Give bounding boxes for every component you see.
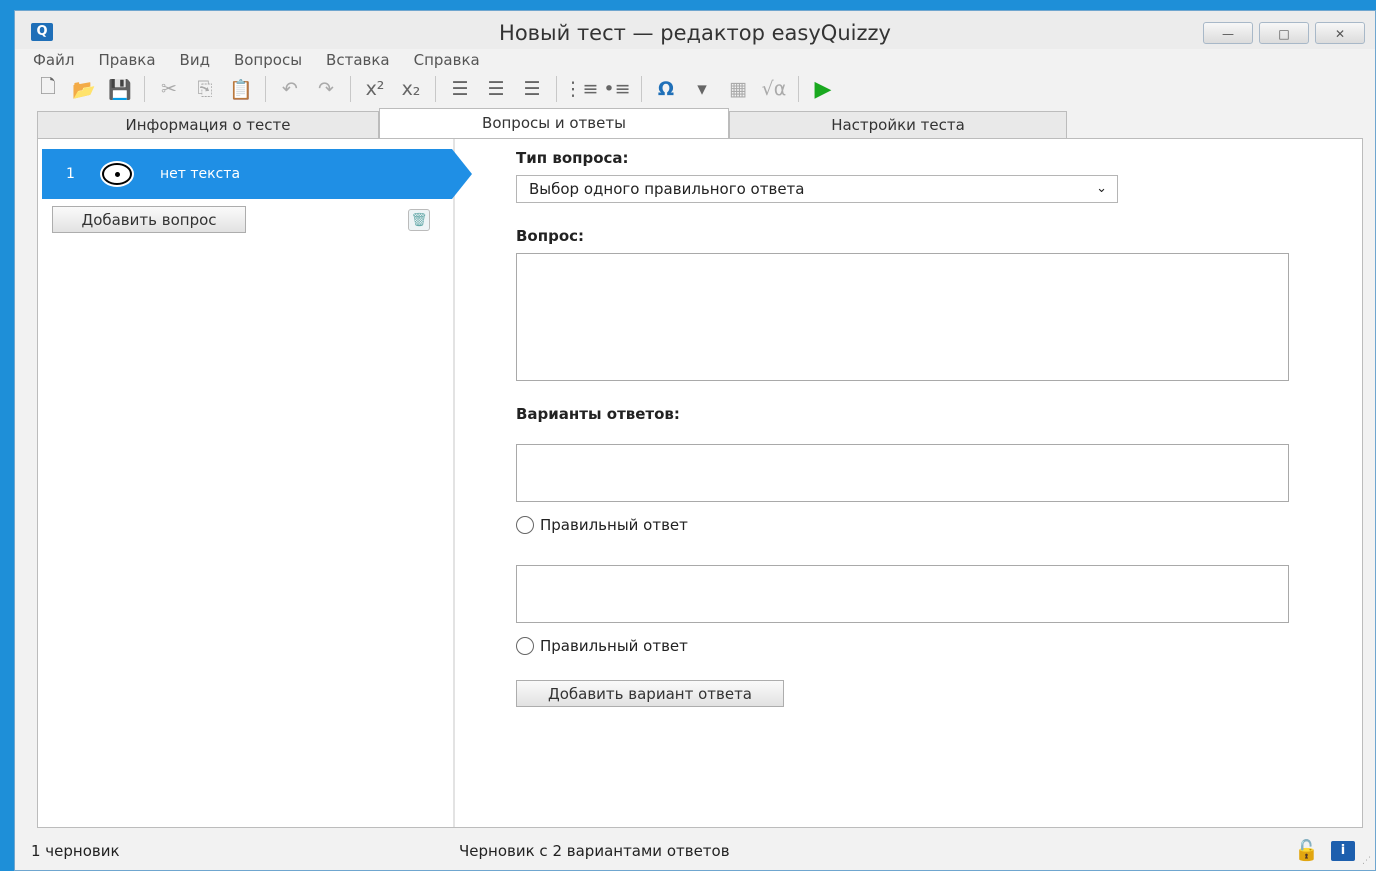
toolbar-separator [556,76,557,102]
answer-field-2[interactable] [516,565,1289,623]
lock-icon[interactable]: 🔓 [1294,838,1319,862]
redo-icon[interactable]: ↷ [311,75,341,103]
question-editor: Тип вопроса: Выбор одного правильного от… [516,139,1316,827]
superscript-icon[interactable]: x² [360,75,390,103]
resize-grip-icon[interactable]: ⋰ [1362,856,1371,866]
subscript-icon[interactable]: x₂ [396,75,426,103]
answers-label: Варианты ответов: [516,405,680,423]
single-choice-icon [100,161,134,187]
run-test-icon[interactable]: ▶ [808,75,838,103]
copy-icon[interactable]: ⎘ [190,75,220,103]
title-bar: Q Новый тест — редактор easyQuizzy — □ ✕ [15,11,1375,49]
question-label: Вопрос: [516,227,585,245]
menu-bar: Файл Правка Вид Вопросы Вставка Справка [33,51,480,73]
toolbar-separator [265,76,266,102]
toolbar-separator [798,76,799,102]
tab-test-info[interactable]: Информация о тесте [37,111,379,139]
menu-insert[interactable]: Вставка [326,51,390,73]
toolbar: 🗋 📂 💾 ✂ ⎘ 📋 ↶ ↷ x² x₂ ☰ ☰ ☰ ⋮≡ •≡ Ω ▾ ▦ √α ▶ [33,73,838,105]
cut-icon[interactable]: ✂ [154,75,184,103]
question-type-label: Тип вопроса: [516,149,629,167]
tab-questions-answers[interactable]: Вопросы и ответы [379,108,729,140]
questions-panel: 1 нет текста Добавить вопрос 🗑 Тип вопро… [37,138,1363,828]
question-text-field[interactable] [516,253,1289,381]
toolbar-separator [435,76,436,102]
dropdown-arrow-icon[interactable]: ▾ [687,75,717,103]
bullet-list-icon[interactable]: •≡ [602,75,632,103]
new-file-icon[interactable]: 🗋 [33,75,63,103]
question-title: нет текста [160,166,241,182]
window-controls: — □ ✕ [1203,22,1365,44]
question-type-value: Выбор одного правильного ответа [529,180,805,198]
radio-button[interactable] [516,637,534,655]
status-message: Черновик с 2 вариантами ответов [459,842,730,860]
tab-test-settings[interactable]: Настройки теста [729,111,1067,139]
info-icon[interactable]: i [1331,841,1355,861]
correct-answer-label: Правильный ответ [540,516,688,534]
add-question-button[interactable]: Добавить вопрос [52,206,246,233]
toolbar-separator [144,76,145,102]
app-window: Q Новый тест — редактор easyQuizzy — □ ✕… [14,10,1376,871]
add-answer-button[interactable]: Добавить вариант ответа [516,680,784,707]
question-type-select[interactable]: Выбор одного правильного ответа ⌄ [516,175,1118,203]
question-list-item[interactable]: 1 нет текста [42,149,472,199]
radio-button[interactable] [516,516,534,534]
paste-icon[interactable]: 📋 [226,75,256,103]
align-left-icon[interactable]: ☰ [445,75,475,103]
toolbar-separator [641,76,642,102]
minimize-button[interactable]: — [1203,22,1253,44]
status-drafts: 1 черновик [31,842,120,860]
align-center-icon[interactable]: ☰ [481,75,511,103]
question-list: 1 нет текста Добавить вопрос 🗑 [38,139,472,827]
maximize-button[interactable]: □ [1259,22,1309,44]
correct-answer-option-1[interactable]: Правильный ответ [516,516,688,534]
special-char-icon[interactable]: Ω [651,75,681,103]
numbered-list-icon[interactable]: ⋮≡ [564,75,599,103]
menu-edit[interactable]: Правка [98,51,155,73]
align-right-icon[interactable]: ☰ [517,75,547,103]
open-folder-icon[interactable]: 📂 [69,75,99,103]
question-number: 1 [66,166,75,182]
status-bar: 1 черновик Черновик с 2 вариантами ответ… [15,832,1375,870]
undo-icon[interactable]: ↶ [275,75,305,103]
correct-answer-label: Правильный ответ [540,637,688,655]
answer-field-1[interactable] [516,444,1289,502]
menu-questions[interactable]: Вопросы [234,51,302,73]
correct-answer-option-2[interactable]: Правильный ответ [516,637,688,655]
insert-image-icon[interactable]: ▦ [723,75,753,103]
window-title: Новый тест — редактор easyQuizzy [499,21,891,45]
save-icon[interactable]: 💾 [105,75,135,103]
menu-file[interactable]: Файл [33,51,74,73]
trash-icon[interactable]: 🗑 [408,209,430,231]
close-button[interactable]: ✕ [1315,22,1365,44]
formula-icon[interactable]: √α [759,75,789,103]
toolbar-separator [350,76,351,102]
menu-help[interactable]: Справка [414,51,480,73]
menu-view[interactable]: Вид [180,51,210,73]
chevron-down-icon: ⌄ [1096,181,1107,196]
